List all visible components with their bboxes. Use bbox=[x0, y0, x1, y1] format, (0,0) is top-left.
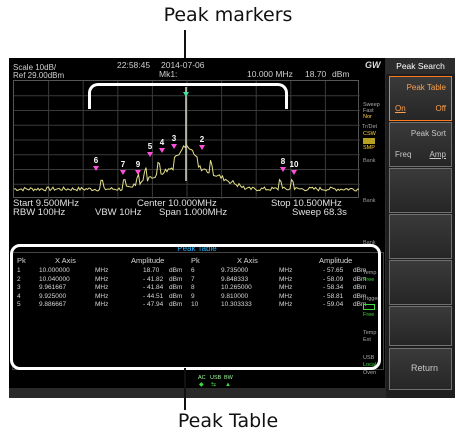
peak-table-toggle-button[interactable]: Peak Table On Off bbox=[389, 76, 452, 121]
peak-marker-label-3: 3 bbox=[172, 134, 177, 143]
peak-marker-2 bbox=[199, 145, 205, 150]
marker-label: Mk1: bbox=[159, 69, 178, 79]
peak-marker-label-2: 2 bbox=[200, 135, 205, 144]
status-nor: Nor bbox=[363, 114, 372, 120]
usb-icon: ⇆ bbox=[211, 382, 217, 388]
peak-marker-4 bbox=[159, 148, 165, 153]
peak-table-highlight bbox=[10, 244, 381, 370]
peak-sort-button-label: Peak Sort bbox=[410, 129, 446, 138]
soft-key-3[interactable] bbox=[389, 168, 452, 213]
soft-key-4[interactable] bbox=[389, 214, 452, 259]
clock-time: 22:58:45 bbox=[117, 60, 151, 70]
peak-table-button-label: Peak Table bbox=[406, 83, 446, 92]
peak-marker-6 bbox=[93, 166, 99, 171]
peak-marker-7 bbox=[120, 170, 126, 175]
peak-marker-9 bbox=[135, 170, 141, 175]
return-button-label: Return bbox=[410, 363, 438, 373]
status-bank-2: Bank bbox=[363, 198, 376, 204]
marker-unit: dBm bbox=[332, 69, 350, 79]
return-button[interactable]: Return bbox=[389, 348, 452, 390]
status-smp: SMP bbox=[363, 145, 375, 151]
brand-logo: GW bbox=[365, 60, 381, 70]
bw-icon: ▲ bbox=[225, 382, 231, 388]
clock-date: 2014-07-06 bbox=[161, 60, 205, 70]
peak-marker-label-6: 6 bbox=[94, 156, 99, 165]
peak-marker-10 bbox=[291, 170, 297, 175]
ac-icon: ◆ bbox=[199, 382, 204, 388]
vbw-value: VBW 10Hz bbox=[95, 207, 142, 218]
callout-peak-table: Peak Table bbox=[177, 410, 279, 432]
peak-markers-highlight bbox=[88, 83, 288, 109]
rbw-value: RBW 100Hz bbox=[13, 207, 66, 218]
marker-frequency: 10.000 MHz bbox=[247, 69, 293, 79]
callout-leader-line bbox=[184, 368, 186, 410]
peak-table-option-off: Off bbox=[435, 104, 446, 113]
span-value: Span 1.000MHz bbox=[159, 207, 228, 218]
peak-marker-label-9: 9 bbox=[136, 160, 141, 169]
peak-marker-label-10: 10 bbox=[290, 160, 299, 169]
marker-amplitude: 18.70 bbox=[305, 69, 327, 79]
status-bank: Bank bbox=[363, 158, 376, 164]
peak-marker-label-8: 8 bbox=[281, 157, 286, 166]
menu-title: Peak Search bbox=[386, 58, 455, 74]
status-csw: CSW bbox=[363, 131, 376, 137]
peak-marker-label-4: 4 bbox=[160, 138, 165, 147]
bottom-status-indicators: AC USB BW ◆ ⇆ ▲ bbox=[197, 374, 241, 388]
status-yellow-block bbox=[363, 138, 375, 144]
peak-sort-option-amp: Amp bbox=[429, 150, 446, 159]
peak-marker-label-5: 5 bbox=[148, 142, 153, 151]
peak-marker-3 bbox=[171, 144, 177, 149]
soft-key-6[interactable] bbox=[389, 306, 452, 346]
callout-peak-markers: Peak markers bbox=[163, 4, 293, 26]
status-trdet: Tr/Det bbox=[362, 124, 378, 130]
ref-level-label: Ref 29.00dBm bbox=[13, 71, 65, 80]
status-oven: Oven bbox=[363, 370, 377, 376]
sweep-time: Sweep 68.3s bbox=[292, 207, 347, 218]
soft-key-5[interactable] bbox=[389, 260, 452, 305]
soft-key-menu: Peak Search Peak Table On Off Peak Sort … bbox=[386, 58, 455, 398]
peak-sort-option-freq: Freq bbox=[395, 150, 412, 159]
peak-marker-label-7: 7 bbox=[121, 160, 126, 169]
peak-sort-toggle-button[interactable]: Peak Sort Freq Amp bbox=[389, 122, 452, 167]
peak-table-option-on: On bbox=[395, 104, 406, 113]
